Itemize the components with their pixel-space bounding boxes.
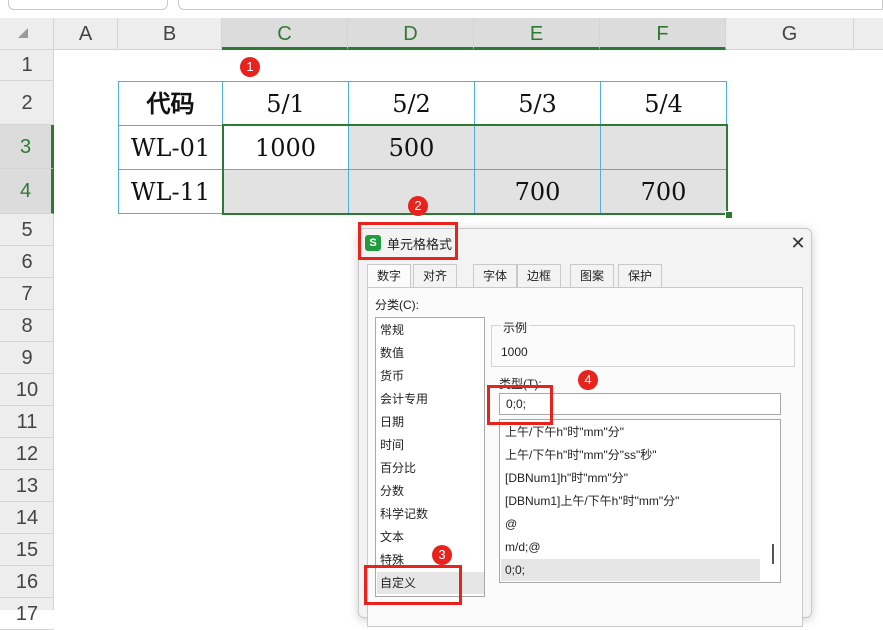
- tab-alignment[interactable]: 对齐: [413, 264, 457, 288]
- cell-b3[interactable]: WL-01: [118, 125, 223, 170]
- row-header-16[interactable]: 16: [0, 566, 54, 598]
- category-item[interactable]: 文本: [380, 526, 480, 548]
- category-item[interactable]: 分数: [380, 480, 480, 502]
- annotation-box-custom: [364, 565, 462, 605]
- row-header-14[interactable]: 14: [0, 502, 54, 534]
- row-header-bar: 1 2 3 4 5 6 7 8 9 10 11 12 13 14 15 16 1…: [0, 50, 54, 630]
- category-item[interactable]: 数值: [380, 342, 480, 364]
- column-header-b[interactable]: B: [118, 18, 222, 50]
- format-cells-dialog: S 单元格格式 ✕ 数字 对齐 字体 边框 图案 保护 分类(C): 常规 数值…: [358, 228, 812, 627]
- select-all-corner[interactable]: [0, 18, 54, 50]
- cell-c2[interactable]: 5/1: [222, 81, 349, 126]
- column-header-g[interactable]: G: [726, 18, 854, 50]
- annotation-badge-3: 3: [432, 545, 452, 565]
- annotation-badge-2: 2: [408, 196, 428, 216]
- category-item[interactable]: 科学记数: [380, 503, 480, 525]
- tab-font[interactable]: 字体: [473, 264, 517, 288]
- formula-bar-area: [0, 0, 883, 18]
- category-item[interactable]: 日期: [380, 411, 480, 433]
- tab-protection[interactable]: 保护: [618, 264, 662, 288]
- category-item[interactable]: 会计专用: [380, 388, 480, 410]
- category-item[interactable]: 百分比: [380, 457, 480, 479]
- cell-f3[interactable]: [600, 125, 727, 170]
- corner-triangle-icon: [18, 28, 28, 38]
- cell-f2[interactable]: 5/4: [600, 81, 727, 126]
- cell-c3[interactable]: 1000: [222, 125, 349, 170]
- row-header-6[interactable]: 6: [0, 246, 54, 278]
- cell-f4[interactable]: 700: [600, 169, 727, 214]
- column-header-c[interactable]: C: [222, 18, 348, 50]
- name-box[interactable]: [8, 0, 168, 10]
- cell-e2[interactable]: 5/3: [474, 81, 601, 126]
- row-header-9[interactable]: 9: [0, 342, 54, 374]
- formula-input[interactable]: [178, 0, 883, 10]
- category-item[interactable]: 常规: [380, 319, 480, 341]
- column-header-d[interactable]: D: [348, 18, 474, 50]
- row-header-8[interactable]: 8: [0, 310, 54, 342]
- format-code-item[interactable]: m/d;@: [505, 536, 760, 558]
- sample-group: [491, 325, 795, 367]
- row-header-15[interactable]: 15: [0, 534, 54, 566]
- format-code-item[interactable]: [DBNum1]上午/下午h"时"mm"分": [505, 490, 760, 512]
- format-code-item[interactable]: @: [505, 513, 760, 535]
- annotation-box-title: [358, 222, 458, 260]
- row-header-13[interactable]: 13: [0, 470, 54, 502]
- sample-label: 示例: [501, 319, 530, 336]
- close-icon[interactable]: ✕: [787, 232, 809, 254]
- annotation-badge-1: 1: [240, 57, 260, 77]
- cell-d3[interactable]: 500: [348, 125, 475, 170]
- category-item[interactable]: 货币: [380, 365, 480, 387]
- format-code-item[interactable]: [DBNum1]h"时"mm"分": [505, 467, 760, 489]
- format-code-list[interactable]: 上午/下午h"时"mm"分" 上午/下午h"时"mm"分"ss"秒" [DBNu…: [499, 419, 781, 583]
- row-header-4[interactable]: 4: [0, 169, 54, 214]
- row-header-3[interactable]: 3: [0, 125, 54, 169]
- sample-value: 1000: [501, 345, 528, 359]
- format-list-scrollbar[interactable]: [768, 420, 780, 582]
- column-header-e[interactable]: E: [474, 18, 600, 50]
- tab-pattern[interactable]: 图案: [570, 264, 614, 288]
- row-header-10[interactable]: 10: [0, 374, 54, 406]
- category-item[interactable]: 时间: [380, 434, 480, 456]
- cell-c4[interactable]: [222, 169, 349, 214]
- row-header-1[interactable]: 1: [0, 50, 54, 81]
- row-header-5[interactable]: 5: [0, 214, 54, 246]
- tab-border[interactable]: 边框: [517, 264, 561, 288]
- cell-d2[interactable]: 5/2: [348, 81, 475, 126]
- category-label: 分类(C):: [375, 298, 419, 312]
- annotation-badge-4: 4: [578, 370, 598, 390]
- row-header-2[interactable]: 2: [0, 81, 54, 125]
- row-header-11[interactable]: 11: [0, 406, 54, 438]
- cell-e3[interactable]: [474, 125, 601, 170]
- cell-e4[interactable]: 700: [474, 169, 601, 214]
- row-header-17[interactable]: 17: [0, 598, 54, 630]
- column-header-a[interactable]: A: [54, 18, 118, 50]
- cell-b4[interactable]: WL-11: [118, 169, 223, 214]
- category-list[interactable]: 常规 数值 货币 会计专用 日期 时间 百分比 分数 科学记数 文本 特殊 自定…: [375, 317, 485, 597]
- column-header-f[interactable]: F: [600, 18, 726, 50]
- row-header-12[interactable]: 12: [0, 438, 54, 470]
- cell-b2[interactable]: 代码: [118, 81, 223, 126]
- column-header-bar: A B C D E F G: [0, 18, 883, 50]
- format-code-item[interactable]: 上午/下午h"时"mm"分"ss"秒": [505, 444, 760, 466]
- format-code-item-selected[interactable]: 0;0;: [501, 559, 760, 581]
- tab-number[interactable]: 数字: [367, 264, 411, 289]
- fill-handle[interactable]: [725, 211, 733, 219]
- scrollbar-thumb[interactable]: [772, 544, 774, 564]
- row-header-7[interactable]: 7: [0, 278, 54, 310]
- annotation-box-type: [487, 385, 553, 425]
